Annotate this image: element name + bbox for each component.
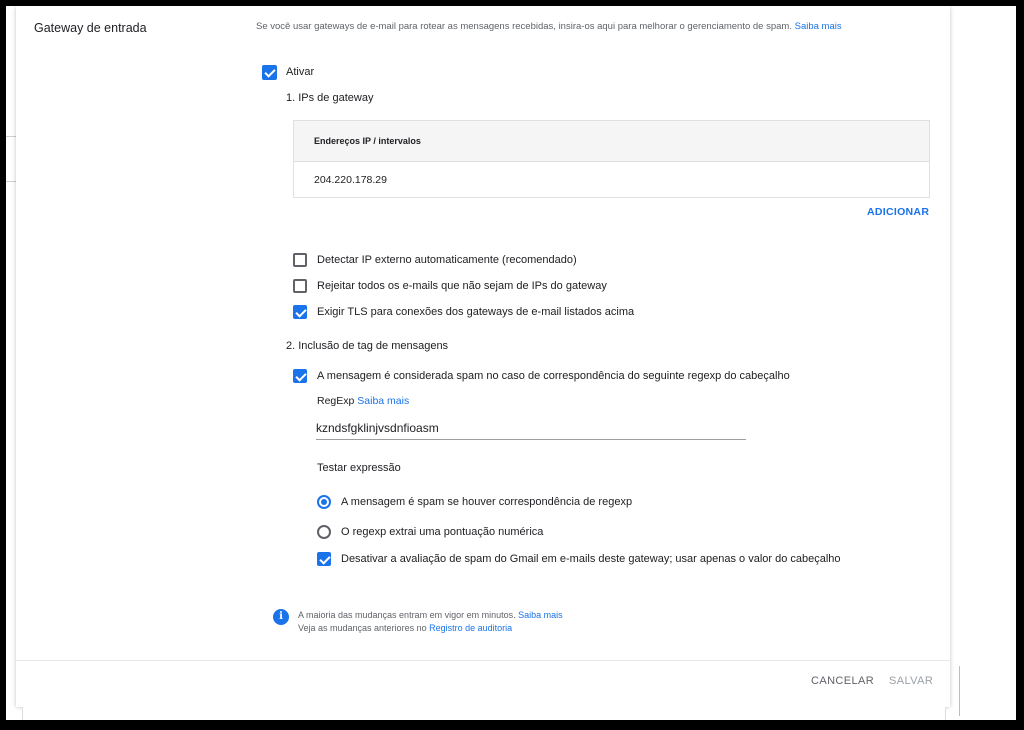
divider — [6, 181, 16, 182]
detect-external-ip-label: Detectar IP externo automaticamente (rec… — [317, 254, 577, 266]
save-button[interactable]: SALVAR — [889, 675, 933, 687]
audit-log-link[interactable]: Registro de auditoria — [429, 623, 512, 633]
settings-card: Gateway de entrada Se você usar gateways… — [16, 6, 950, 707]
section-title: Gateway de entrada — [34, 21, 147, 35]
spam-header-checkbox[interactable] — [293, 369, 307, 383]
tagging-heading: 2. Inclusão de tag de mensagens — [286, 340, 449, 352]
table-row[interactable]: 204.220.178.29 — [294, 162, 929, 199]
info-learn-more-link[interactable]: Saiba mais — [518, 610, 563, 620]
numeric-score-radio[interactable] — [317, 525, 331, 539]
divider — [959, 666, 960, 716]
regexp-match-label: A mensagem é spam se houver correspondên… — [341, 496, 633, 508]
enable-label: Ativar — [286, 66, 315, 78]
disable-gmail-spam-checkbox[interactable] — [317, 552, 331, 566]
action-bar — [16, 660, 950, 707]
section-description: Se você usar gateways de e-mail para rot… — [256, 21, 842, 32]
regexp-match-radio[interactable] — [317, 495, 331, 509]
regexp-learn-more-link[interactable]: Saiba mais — [357, 395, 409, 407]
gateway-ips-heading: 1. IPs de gateway — [286, 92, 374, 104]
info-line-1-text: A maioria das mudanças entram em vigor e… — [298, 610, 516, 620]
require-tls-checkbox[interactable] — [293, 305, 307, 319]
disable-gmail-spam-label: Desativar a avaliação de spam do Gmail e… — [341, 553, 841, 565]
regexp-label: RegExp — [317, 395, 355, 407]
detect-external-ip-checkbox[interactable] — [293, 253, 307, 267]
regexp-input[interactable]: kzndsfgklinjvsdnfioasm — [316, 419, 746, 440]
numeric-score-label: O regexp extrai uma pontuação numérica — [341, 526, 544, 538]
info-icon: i — [273, 609, 289, 625]
info-line-2: Veja as mudanças anteriores no Registro … — [298, 623, 512, 633]
table-header: Endereços IP / intervalos — [294, 121, 929, 162]
reject-non-gateway-checkbox[interactable] — [293, 279, 307, 293]
test-expression-link[interactable]: Testar expressão — [317, 462, 401, 474]
cancel-button[interactable]: CANCELAR — [811, 675, 874, 687]
regexp-label-row: RegExp Saiba mais — [317, 395, 409, 407]
info-line-2-text: Veja as mudanças anteriores no — [298, 623, 427, 633]
learn-more-link[interactable]: Saiba mais — [795, 21, 842, 32]
add-ip-button[interactable]: ADICIONAR — [867, 206, 929, 218]
lower-card-edge — [22, 707, 946, 720]
screenshot-frame: Gateway de entrada Se você usar gateways… — [6, 6, 1016, 720]
enable-checkbox[interactable] — [262, 65, 277, 80]
gateway-ip-table: Endereços IP / intervalos 204.220.178.29 — [293, 120, 930, 198]
spam-header-label: A mensagem é considerada spam no caso de… — [317, 370, 790, 382]
require-tls-label: Exigir TLS para conexões dos gateways de… — [317, 306, 635, 318]
background-pane — [951, 6, 1016, 720]
reject-non-gateway-label: Rejeitar todos os e-mails que não sejam … — [317, 280, 607, 292]
divider — [6, 136, 16, 137]
info-line-1: A maioria das mudanças entram em vigor e… — [298, 610, 563, 620]
section-description-text: Se você usar gateways de e-mail para rot… — [256, 21, 792, 32]
